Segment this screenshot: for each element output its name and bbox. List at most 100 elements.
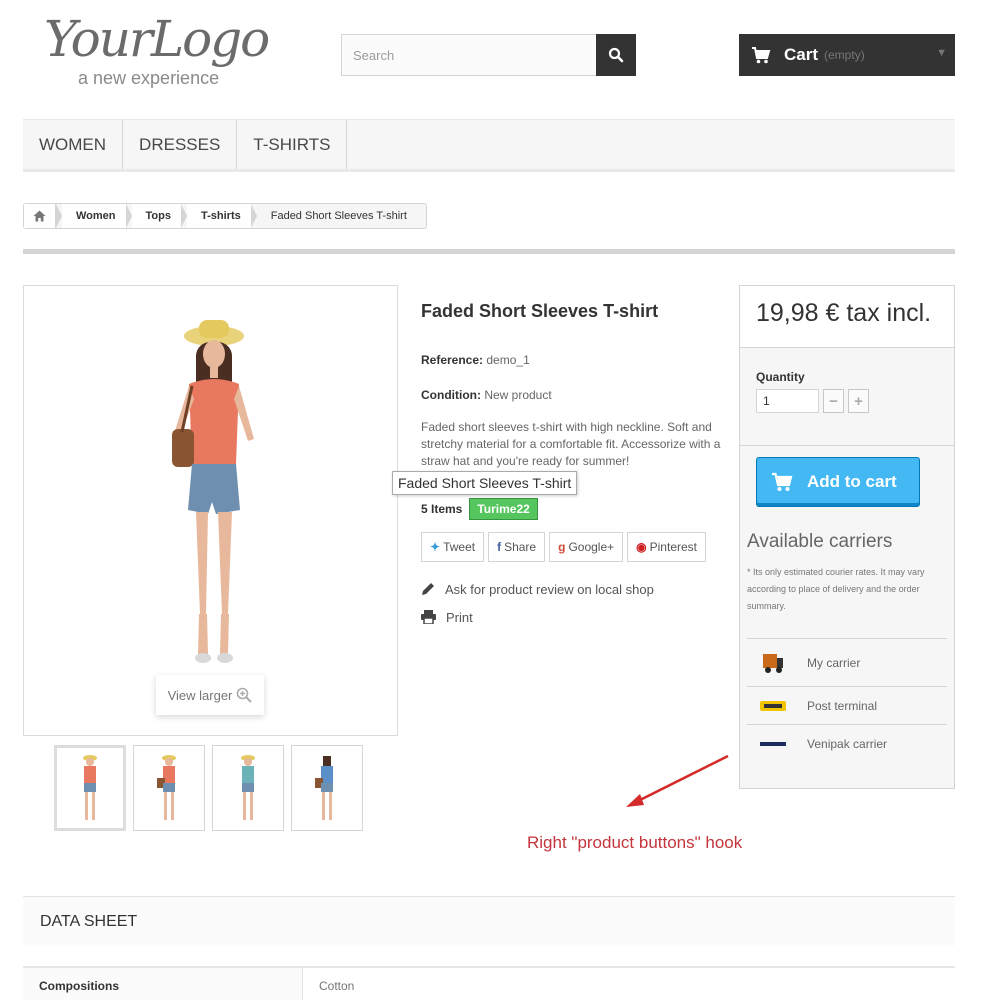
carriers-title: Available carriers [747,531,893,552]
review-label: Ask for product review on local shop [445,581,654,597]
cart-icon [765,457,799,507]
view-larger-button[interactable]: View larger [156,675,264,715]
carrier-name: Post terminal [807,698,878,713]
thumbnail-image [157,755,176,820]
facebook-icon: f [497,540,502,554]
logo-main-text: YourLogo [44,10,270,68]
review-link[interactable]: Ask for product review on local shop [421,575,654,603]
cart-label: Cart [784,45,819,64]
breadcrumb-tops[interactable]: Tops [131,204,181,228]
main-menu: WOMEN DRESSES T-SHIRTS [23,119,955,172]
product-description: Faded short sleeves t-shirt with high ne… [421,420,721,468]
price-panel: 19,98 € tax incl. [740,286,954,348]
carrier-item[interactable]: Venipak carrier [747,724,947,762]
search-input[interactable] [341,34,596,76]
datasheet-value: Cotton [319,979,355,993]
product-condition: Condition: New product [421,388,552,402]
carriers-note: * Its only estimated courier rates. It m… [747,567,925,611]
cart-button[interactable]: Cart (empty) ▼ [739,34,955,76]
home-icon [33,210,46,222]
annotation-arrow-icon [626,754,729,807]
view-larger-label: View larger [167,687,233,703]
datasheet-header: DATA SHEET [23,896,955,946]
breadcrumb-women[interactable]: Women [62,204,126,228]
google-plus-label: Google+ [568,540,615,554]
quantity-label: Quantity [756,370,805,384]
print-link[interactable]: Print [421,603,654,631]
chevron-down-icon: ▼ [936,47,947,59]
cart-status: (empty) [824,48,865,62]
product-title: Faded Short Sleeves T-shirt [421,301,659,321]
condition-label: Condition: [421,388,481,402]
thumbnail-list [54,745,363,831]
quantity-increase-button[interactable]: + [848,389,869,413]
thumbnail-image [315,756,333,820]
menu-item-women[interactable]: WOMEN [23,120,124,169]
tweet-button[interactable]: ✦ Tweet [421,532,485,562]
datasheet-key: Compositions [23,968,303,1000]
condition-value: New product [484,388,552,402]
twitter-icon: ✦ [430,540,441,554]
thumbnail-image [241,755,255,820]
stock-info: 5 Items Turime22 [421,498,538,520]
add-to-cart-button[interactable]: Add to cart [756,457,920,507]
thumbnail-2[interactable] [133,745,205,831]
carrier-name: Venipak carrier [807,736,888,751]
stock-badge: Turime22 [469,498,538,520]
google-plus-button[interactable]: g Google+ [549,532,624,562]
product-tooltip: Faded Short Sleeves T-shirt [392,471,578,495]
share-button[interactable]: f Share [488,532,546,562]
cart-icon [752,47,771,64]
zoom-in-icon [237,687,253,703]
datasheet-row: Compositions Cotton [23,966,955,1000]
pinterest-icon: ◉ [636,540,647,554]
post-terminal-logo-icon [747,700,799,711]
menu-item-tshirts[interactable]: T-SHIRTS [237,120,348,169]
product-reference: Reference: demo_1 [421,353,530,367]
add-to-cart-label: Add to cart [807,472,897,491]
plus-icon: + [854,392,863,410]
search-bar [341,34,636,76]
minus-icon: − [829,392,838,410]
extra-links: Ask for product review on local shop Pri… [421,575,654,631]
quantity-panel: Quantity − + [740,348,954,446]
thumbnail-3[interactable] [212,745,284,831]
breadcrumb-tshirts[interactable]: T-shirts [187,204,251,228]
carrier-item[interactable]: My carrier [747,638,947,686]
carrier-list: My carrier Post terminal Venipak carrier [747,638,947,762]
pinterest-button[interactable]: ◉ Pinterest [627,532,706,562]
quantity-input[interactable] [756,389,819,413]
truck-icon [747,652,799,674]
print-icon [421,610,436,624]
stock-count: 5 Items [421,502,463,516]
product-image-block: View larger [23,285,398,736]
thumbnail-image [83,755,97,820]
carrier-item[interactable]: Post terminal [747,686,947,724]
share-label: Share [504,540,537,554]
search-button[interactable] [596,34,636,76]
section-divider [23,249,955,254]
pencil-icon [422,583,434,595]
thumbnail-4[interactable] [291,745,363,831]
annotation-text: Right "product buttons" hook [527,833,743,852]
breadcrumb: Women Tops T-shirts Faded Short Sleeves … [23,203,427,229]
logo-tagline: a new experience [78,68,220,88]
menu-item-dresses[interactable]: DRESSES [123,120,238,169]
search-icon [608,47,624,63]
product-price: 19,98 € tax incl. [756,299,932,327]
quantity-decrease-button[interactable]: − [823,389,844,413]
breadcrumb-current: Faded Short Sleeves T-shirt [270,210,407,222]
reference-label: Reference: [421,353,484,367]
print-label: Print [446,609,473,625]
pinterest-label: Pinterest [649,540,697,554]
venipak-logo-icon [747,740,799,748]
thumbnail-1[interactable] [54,745,126,831]
product-image[interactable] [144,314,284,684]
tweet-label: Tweet [443,540,476,554]
social-buttons: ✦ Tweet f Share g Google+ ◉ Pinterest [421,532,706,562]
site-logo[interactable]: YourLogo a new experience [42,8,282,88]
google-plus-icon: g [558,540,566,554]
breadcrumb-home[interactable] [24,204,56,228]
carrier-name: My carrier [807,655,861,670]
product-info: Faded Short Sleeves T-shirt Reference: d… [421,296,721,468]
